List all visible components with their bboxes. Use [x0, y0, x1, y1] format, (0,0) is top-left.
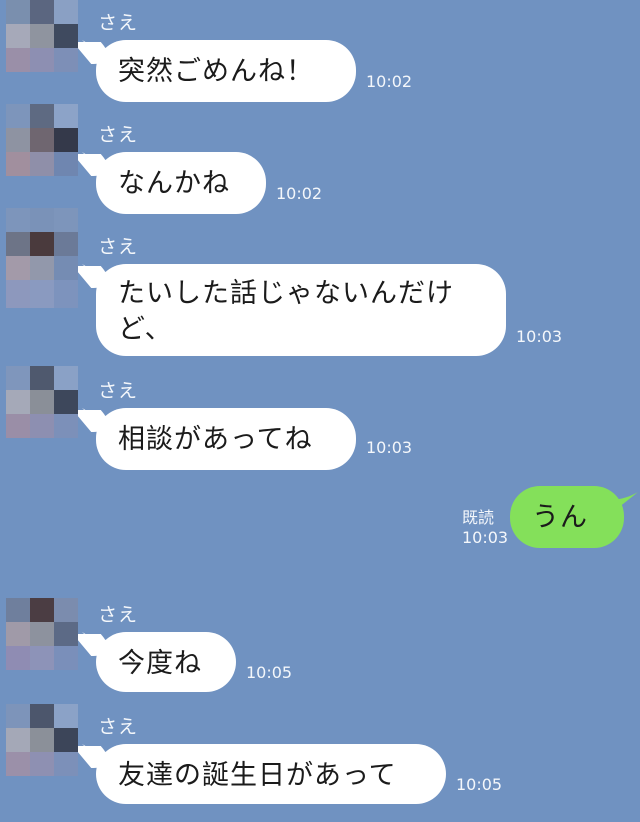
avatar[interactable]: [6, 0, 78, 72]
message-time: 10:03: [366, 438, 413, 457]
avatar[interactable]: [6, 704, 78, 776]
avatar-bottom: [6, 280, 78, 308]
avatar[interactable]: [6, 208, 78, 280]
read-label: 既読: [462, 508, 495, 527]
message-time: 10:05: [456, 775, 503, 794]
message-bubble[interactable]: うん: [510, 486, 624, 548]
message-bubble[interactable]: たいした話じゃないんだけ ど、: [96, 264, 506, 356]
sender-name: さえ: [98, 716, 139, 738]
message-bubble[interactable]: 今度ね: [96, 632, 236, 692]
message-time: 10:03: [462, 528, 509, 547]
message-time: 10:02: [276, 184, 323, 203]
read-receipt: 既読 10:03: [462, 508, 508, 548]
message-bubble[interactable]: なんかね: [96, 152, 266, 214]
message-bubble[interactable]: 相談があってね: [96, 408, 356, 470]
avatar[interactable]: [6, 104, 78, 176]
message-bubble[interactable]: 友達の誕生日があって: [96, 744, 446, 804]
sender-name: さえ: [98, 604, 139, 626]
message-time: 10:05: [246, 663, 293, 682]
message-time: 10:03: [516, 327, 563, 346]
sender-name: さえ: [98, 12, 139, 34]
sender-name: さえ: [98, 380, 139, 402]
message-time: 10:02: [366, 72, 413, 91]
sender-name: さえ: [98, 236, 139, 258]
sender-name: さえ: [98, 124, 139, 146]
avatar[interactable]: [6, 366, 78, 438]
avatar[interactable]: [6, 598, 78, 670]
message-bubble[interactable]: 突然ごめんね！: [96, 40, 356, 102]
